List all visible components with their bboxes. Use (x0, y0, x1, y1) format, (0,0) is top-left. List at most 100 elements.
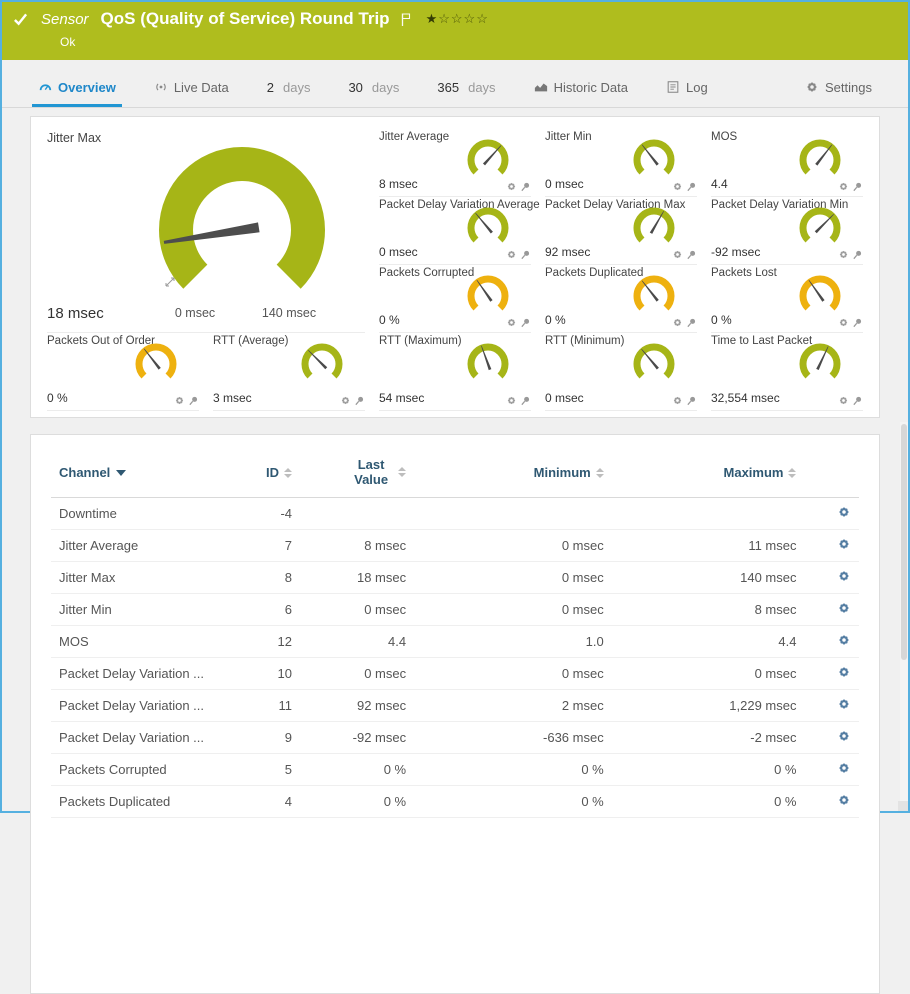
gauge-pin-icon[interactable] (686, 317, 697, 328)
channel-settings-icon[interactable] (837, 667, 851, 682)
sort-icon (284, 468, 292, 478)
gauge-cell: Packet Delay Variation Min -92 msec (711, 197, 863, 265)
table-row: Jitter Average 7 8 msec 0 msec 11 msec (51, 530, 859, 562)
gauge-pin-icon[interactable] (520, 317, 531, 328)
gauge-settings-gear-icon[interactable] (506, 249, 517, 260)
channel-last-value: 4.4 (300, 626, 414, 658)
gauge-settings-gear-icon[interactable] (838, 181, 849, 192)
historic-data-chart-icon (534, 80, 548, 94)
channel-settings-icon[interactable] (837, 699, 851, 714)
gauge-settings-gear-icon[interactable] (838, 249, 849, 260)
gauge-pin-icon[interactable] (520, 249, 531, 260)
channel-name[interactable]: Jitter Max (51, 562, 240, 594)
gauge-pin-icon[interactable] (852, 317, 863, 328)
gauge-value: 54 msec (379, 391, 424, 405)
primary-gauge-jitter-max: Jitter Max 18 msec 0 msec 140 msec (47, 129, 365, 333)
column-header-maximum[interactable]: Maximum (612, 449, 805, 498)
channel-maximum: 8 msec (612, 594, 805, 626)
gauge-value: 0 msec (545, 177, 584, 191)
channel-last-value: 0 msec (300, 658, 414, 690)
gauge-value: 8 msec (379, 177, 418, 191)
gauge-settings-gear-icon[interactable] (340, 395, 351, 406)
gauge-pin-icon[interactable] (686, 395, 697, 406)
gauge-pin-icon[interactable] (520, 395, 531, 406)
gauge-settings-gear-icon[interactable] (506, 317, 517, 328)
gauge-settings-gear-icon[interactable] (838, 395, 849, 406)
gauge-pin-icon[interactable] (354, 395, 365, 406)
tab-log[interactable]: Log (660, 70, 714, 107)
gauge-dial (627, 341, 681, 387)
channel-name[interactable]: Jitter Min (51, 594, 240, 626)
gauge-pin-icon[interactable] (852, 249, 863, 260)
column-header-channel[interactable]: Channel (51, 449, 240, 498)
column-header-last-value[interactable]: Last Value (300, 449, 414, 498)
gauge-settings-gear-icon[interactable] (672, 317, 683, 328)
star-filled[interactable]: ★ (426, 11, 439, 26)
gauge-pin-icon[interactable] (188, 395, 199, 406)
gauge-pin-icon[interactable] (686, 249, 697, 260)
priority-flag-icon[interactable] (400, 12, 412, 27)
channel-name[interactable]: Packet Delay Variation ... (51, 722, 240, 754)
gauge-cell: Packets Corrupted 0 % (379, 265, 531, 333)
channel-settings-icon[interactable] (837, 603, 851, 618)
priority-stars[interactable]: ★☆☆☆☆ (426, 11, 489, 27)
gauge-settings-gear-icon[interactable] (672, 249, 683, 260)
scrollbar-thumb[interactable] (901, 424, 907, 660)
channel-settings-icon[interactable] (837, 731, 851, 746)
tab-live-data[interactable]: Live Data (148, 70, 235, 107)
channel-minimum: 0 % (414, 754, 612, 786)
gauge-settings-gear-icon[interactable] (506, 181, 517, 192)
gauge-pin-icon[interactable] (852, 181, 863, 192)
tab-30-days[interactable]: 30 days (342, 70, 405, 107)
gauge-dial (129, 341, 183, 387)
channel-name[interactable]: Packets Corrupted (51, 754, 240, 786)
gauge-settings-gear-icon[interactable] (174, 395, 185, 406)
channel-settings-icon[interactable] (837, 539, 851, 554)
vertical-scrollbar[interactable] (900, 422, 908, 803)
gauge-pin-icon[interactable] (852, 395, 863, 406)
gauge-label: MOS (711, 131, 737, 143)
channel-name[interactable]: Jitter Average (51, 530, 240, 562)
gauges-panel: Jitter Max 18 msec 0 msec 140 msec Jitte… (30, 116, 880, 418)
gauge-settings-gear-icon[interactable] (672, 395, 683, 406)
channel-name[interactable]: Packet Delay Variation ... (51, 690, 240, 722)
channel-settings-icon[interactable] (837, 763, 851, 778)
stars-empty[interactable]: ☆☆☆☆ (438, 11, 489, 26)
tab-365-days[interactable]: 365 days (431, 70, 501, 107)
gauge-value: 0 % (545, 313, 566, 327)
channel-settings-icon[interactable] (837, 795, 851, 810)
page-title: QoS (Quality of Service) Round Trip (101, 9, 390, 29)
scale-toggle-icon[interactable] (165, 277, 175, 287)
resize-corner (898, 801, 908, 811)
gauge-pin-icon[interactable] (520, 181, 531, 192)
channel-settings-icon[interactable] (837, 571, 851, 586)
sort-icon (398, 467, 406, 477)
channel-maximum: 1,229 msec (612, 690, 805, 722)
tab-historic-data[interactable]: Historic Data (528, 70, 634, 107)
channel-id: -4 (240, 498, 300, 530)
channel-table-panel: Channel ID Last Value Minimum Maximum Do… (30, 434, 880, 994)
gauge-value: 4.4 (711, 177, 728, 191)
gauge-value: 0 msec (379, 245, 418, 259)
channel-settings-icon[interactable] (837, 635, 851, 650)
gauge-cell: Packets Lost 0 % (711, 265, 863, 333)
gauge-settings-gear-icon[interactable] (838, 317, 849, 328)
tab-settings[interactable]: Settings (799, 70, 878, 107)
gauge-cell: Packet Delay Variation Max 92 msec (545, 197, 697, 265)
table-row: Packets Corrupted 5 0 % 0 % 0 % (51, 754, 859, 786)
tab-overview[interactable]: Overview (32, 70, 122, 107)
primary-gauge-dial (132, 135, 352, 325)
channel-settings-icon[interactable] (837, 507, 851, 522)
column-header-minimum[interactable]: Minimum (414, 449, 612, 498)
gauge-pin-icon[interactable] (686, 181, 697, 192)
channel-name[interactable]: MOS (51, 626, 240, 658)
gauge-settings-gear-icon[interactable] (672, 181, 683, 192)
column-header-id[interactable]: ID (240, 449, 300, 498)
gauge-settings-gear-icon[interactable] (506, 395, 517, 406)
table-row: MOS 12 4.4 1.0 4.4 (51, 626, 859, 658)
table-row: Packet Delay Variation ... 11 92 msec 2 … (51, 690, 859, 722)
channel-name[interactable]: Packet Delay Variation ... (51, 658, 240, 690)
channel-name[interactable]: Downtime (51, 498, 240, 530)
channel-last-value: 92 msec (300, 690, 414, 722)
tab-2-days[interactable]: 2 days (261, 70, 317, 107)
